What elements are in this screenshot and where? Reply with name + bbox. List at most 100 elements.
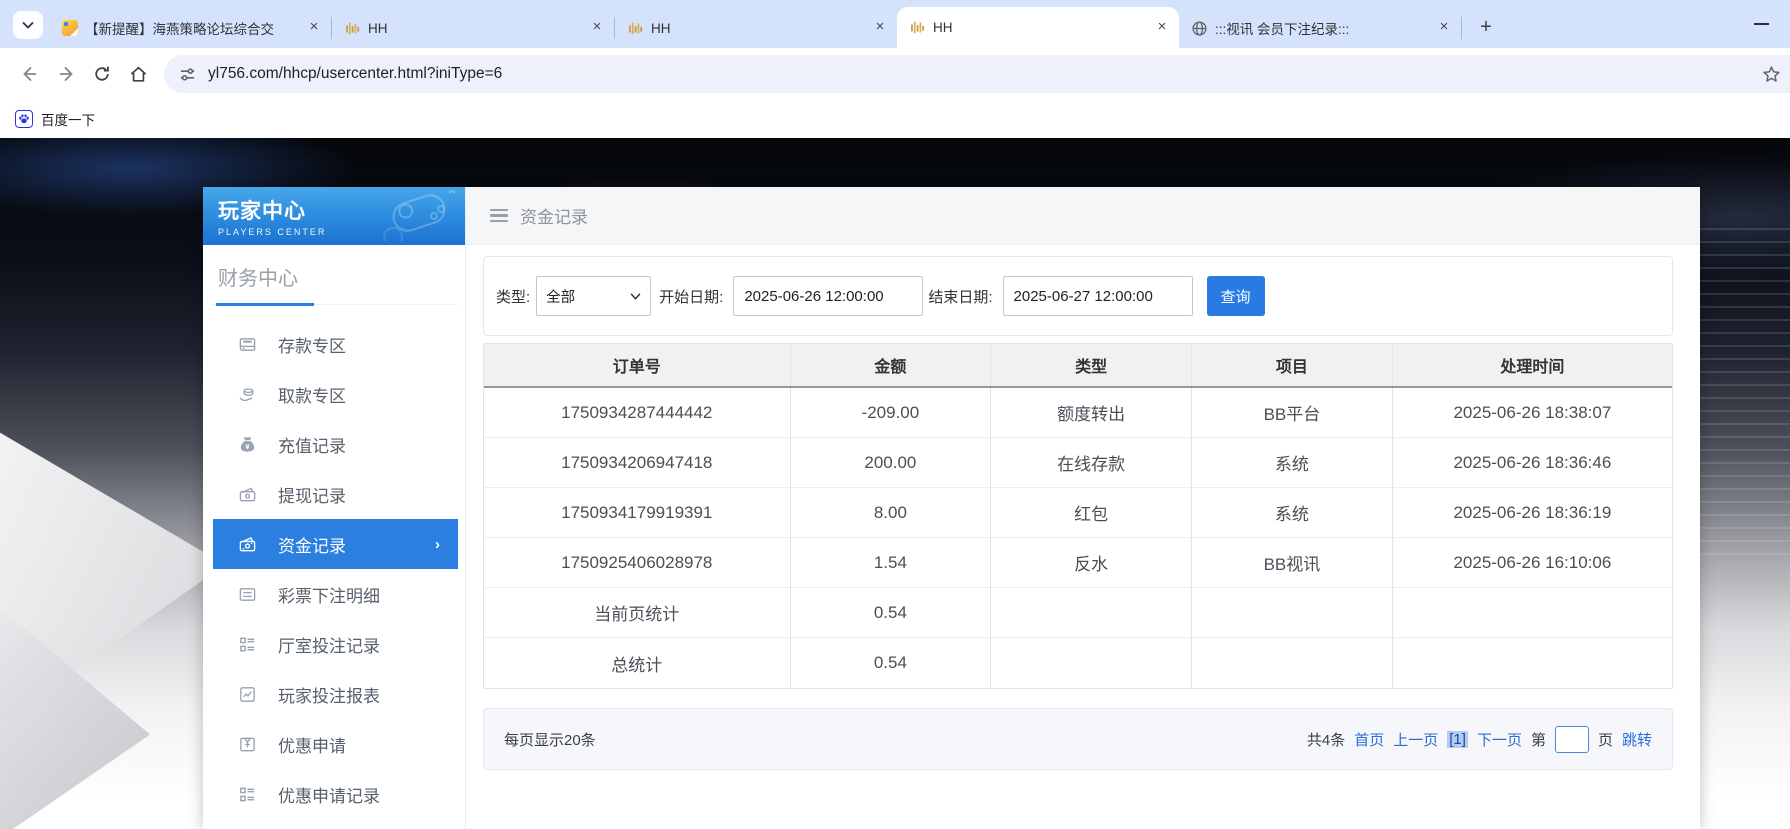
table-cell: 1750925406028978 — [484, 538, 791, 587]
funds-record-icon — [238, 535, 257, 554]
background-streaks-decoration — [1700, 228, 1790, 558]
table-header-cell: 订单号 — [484, 344, 791, 386]
tab-divider — [1461, 17, 1462, 39]
new-tab-button[interactable]: + — [1472, 13, 1500, 41]
home-button[interactable] — [120, 56, 156, 92]
jump-prefix-text: 第 — [1531, 729, 1546, 750]
type-select-value: 全部 — [546, 286, 575, 307]
tab-close-icon[interactable]: × — [1435, 19, 1453, 37]
table-header-cell: 金额 — [791, 344, 992, 386]
reload-button[interactable] — [84, 56, 120, 92]
sidebar-item-recharge-record[interactable]: ¥ 充值记录 — [203, 419, 465, 469]
sidebar-item-lottery-detail[interactable]: 彩票下注明细 — [203, 569, 465, 619]
home-icon — [128, 64, 149, 85]
user-center-panel: 玩家中心 PLAYERS CENTER 财务中心 存款专区取款专区¥充值记录提现… — [203, 187, 1700, 829]
jump-page-input[interactable] — [1555, 726, 1589, 753]
table-header-cell: 处理时间 — [1393, 344, 1672, 386]
chevron-down-icon — [22, 21, 34, 29]
sidebar: 玩家中心 PLAYERS CENTER 财务中心 存款专区取款专区¥充值记录提现… — [203, 187, 466, 829]
next-page-link[interactable]: 下一页 — [1477, 729, 1522, 750]
pagination-bar: 每页显示20条 共4条 首页 上一页 [1] 下一页 第 页 跳转 — [483, 708, 1673, 770]
pagination-controls: 共4条 首页 上一页 [1] 下一页 第 页 跳转 — [1307, 726, 1652, 753]
sidebar-item-funds-record[interactable]: 资金记录› — [213, 519, 458, 569]
tab-close-icon[interactable]: × — [871, 19, 889, 37]
browser-tab[interactable]: HH × — [332, 8, 614, 48]
table-cell — [991, 638, 1192, 688]
table-row: 1750934206947418200.00在线存款系统2025-06-26 1… — [484, 438, 1672, 488]
tab-close-icon[interactable]: × — [305, 19, 323, 37]
browser-toolbar: yl756.com/hhcp/usercenter.html?iniType=6 — [0, 48, 1790, 100]
query-button[interactable]: 查询 — [1207, 276, 1265, 316]
select-chevron-icon — [630, 293, 641, 300]
main-header: 资金记录 — [466, 187, 1700, 245]
jump-suffix-text: 页 — [1598, 729, 1613, 750]
reload-icon — [92, 64, 112, 84]
sidebar-item-player-report[interactable]: 玩家投注报表 — [203, 669, 465, 719]
table-header-cell: 项目 — [1192, 344, 1393, 386]
promo-apply-icon — [238, 735, 257, 754]
table-row: 总统计0.54 — [484, 638, 1672, 688]
table-cell — [1393, 588, 1672, 637]
type-select[interactable]: 全部 — [536, 276, 651, 316]
page-size-text: 每页显示20条 — [504, 729, 596, 750]
sidebar-item-label: 优惠申请记录 — [278, 782, 380, 807]
tab-close-icon[interactable]: × — [1153, 19, 1171, 37]
table-cell: 系统 — [1192, 438, 1393, 487]
sidebar-item-promo-record[interactable]: 优惠申请记录 — [203, 769, 465, 819]
gamepad-icon — [379, 189, 459, 241]
table-cell: 2025-06-26 18:38:07 — [1393, 388, 1672, 437]
bookmark-star-icon[interactable] — [1761, 64, 1782, 85]
table-header-row: 订单号金额类型项目处理时间 — [484, 344, 1672, 388]
lottery-detail-icon — [238, 585, 257, 604]
bookmarks-bar: 百度一下 — [0, 100, 1790, 138]
sidebar-item-withdraw[interactable]: 取款专区 — [203, 369, 465, 419]
first-page-link[interactable]: 首页 — [1354, 729, 1384, 750]
table-cell: BB视讯 — [1192, 538, 1393, 587]
forum-favicon — [61, 20, 78, 37]
browser-tab[interactable]: :::视讯 会员下注纪录:::× — [1179, 8, 1461, 48]
baidu-paw-icon — [15, 110, 33, 128]
minimize-icon — [1754, 23, 1769, 25]
sidebar-item-hall-bet-record[interactable]: 厅室投注记录 — [203, 619, 465, 669]
url-text[interactable]: yl756.com/hhcp/usercenter.html?iniType=6 — [208, 65, 1761, 83]
sidebar-item-deposit[interactable]: 存款专区 — [203, 319, 465, 369]
tab-list-chevron-button[interactable] — [13, 11, 43, 39]
hamburger-menu-icon[interactable] — [490, 209, 508, 223]
sidebar-item-label: 充值记录 — [278, 432, 346, 457]
table-cell: 0.54 — [791, 588, 992, 637]
table-cell: -209.00 — [791, 388, 992, 437]
table-body: 1750934287444442-209.00额度转出BB平台2025-06-2… — [484, 388, 1672, 688]
table-cell: 2025-06-26 18:36:19 — [1393, 488, 1672, 537]
back-icon — [20, 64, 40, 84]
table-cell: 1750934206947418 — [484, 438, 791, 487]
minimize-window-button[interactable] — [1746, 14, 1776, 34]
jump-link[interactable]: 跳转 — [1622, 729, 1652, 750]
browser-tab[interactable]: 【新提醒】海燕策略论坛综合交× — [49, 8, 331, 48]
main-content: 类型: 全部 开始日期: 结束日期: 查询 订单号金额类型项目处理时间 — [466, 245, 1700, 770]
table-cell — [991, 588, 1192, 637]
sidebar-item-label: 提现记录 — [278, 482, 346, 507]
browser-tab[interactable]: HH× — [897, 7, 1179, 48]
back-button[interactable] — [12, 56, 48, 92]
bookmark-item-baidu[interactable]: 百度一下 — [15, 109, 95, 129]
end-date-input[interactable] — [1003, 276, 1193, 316]
sidebar-item-promo-apply[interactable]: 优惠申请 — [203, 719, 465, 769]
browser-tab[interactable]: HH× — [615, 8, 897, 48]
tab-title: HH — [368, 21, 581, 36]
table-cell — [1192, 638, 1393, 688]
hall-bet-record-icon — [238, 635, 257, 654]
prev-page-link[interactable]: 上一页 — [1393, 729, 1438, 750]
address-bar[interactable]: yl756.com/hhcp/usercenter.html?iniType=6 — [164, 55, 1790, 93]
type-label: 类型: — [496, 286, 530, 307]
forward-button[interactable] — [48, 56, 84, 92]
start-date-input[interactable] — [733, 276, 923, 316]
sidebar-item-label: 优惠申请 — [278, 732, 346, 757]
table-cell: 在线存款 — [991, 438, 1192, 487]
table-cell: 总统计 — [484, 638, 791, 688]
table-cell: 反水 — [991, 538, 1192, 587]
tab-close-icon[interactable]: × — [588, 19, 606, 37]
sidebar-item-label: 取款专区 — [278, 382, 346, 407]
recharge-record-icon: ¥ — [238, 435, 257, 454]
sidebar-item-withdrawal-record[interactable]: 提现记录 — [203, 469, 465, 519]
table-cell: 1750934179919391 — [484, 488, 791, 537]
